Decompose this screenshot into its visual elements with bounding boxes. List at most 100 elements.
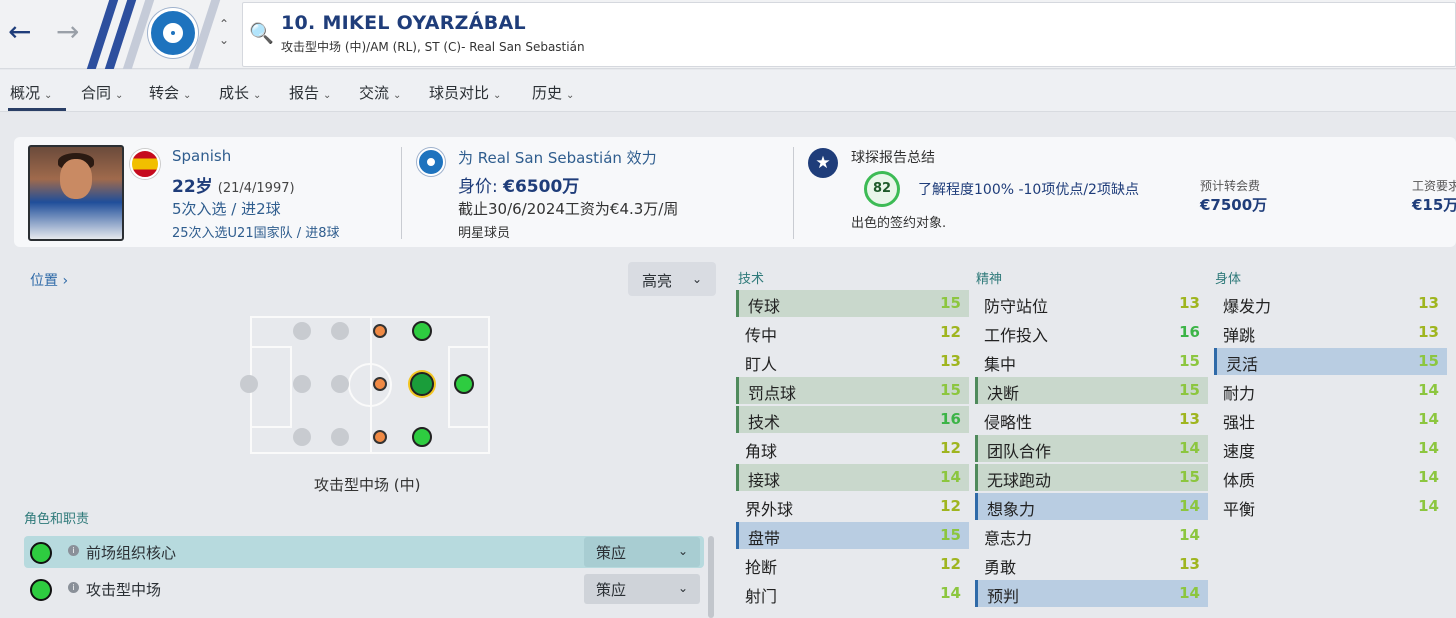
scout-rating-badge[interactable]: 82: [864, 171, 900, 207]
scout-summary: 了解程度100% -10项优点/2项缺点: [918, 182, 1139, 198]
attribute-name: 罚点球: [748, 384, 797, 403]
attribute-name: 团队合作: [987, 442, 1052, 461]
attribute-name: 强壮: [1223, 413, 1256, 432]
attribute-name: 体质: [1223, 471, 1256, 490]
role-row[interactable]: i 攻击型中场 策应 ⌄: [24, 573, 704, 605]
attribute-row-physical[interactable]: 速度 14: [1214, 435, 1447, 462]
forward-arrow-icon[interactable]: →: [56, 18, 79, 46]
info-icon[interactable]: i: [68, 582, 79, 593]
attribute-row-mental[interactable]: 预判 14: [975, 580, 1208, 607]
attribute-row-technical[interactable]: 抢断 12: [736, 551, 969, 578]
attribute-value: 14: [940, 584, 961, 602]
attribute-value: 16: [1179, 323, 1200, 341]
club-crest-icon[interactable]: [417, 148, 445, 176]
player-search-box[interactable]: 🔍 10. MIKEL OYARZÁBAL 攻击型中场 (中)/AM (RL),…: [242, 2, 1456, 67]
info-icon[interactable]: i: [68, 545, 79, 556]
mental-header: 精神: [976, 272, 1003, 287]
position-dot-dm[interactable]: [331, 375, 349, 393]
position-dot-wbr[interactable]: [331, 428, 349, 446]
position-dot-wbl[interactable]: [331, 322, 349, 340]
chevron-down-icon: ⌄: [393, 90, 402, 101]
duty-dropdown[interactable]: 策应 ⌄: [584, 574, 700, 604]
attribute-row-technical[interactable]: 界外球 12: [736, 493, 969, 520]
international-caps[interactable]: 5次入选 / 进2球: [172, 198, 281, 219]
attribute-row-technical[interactable]: 技术 16: [736, 406, 969, 433]
attribute-name: 角球: [745, 442, 778, 461]
highlight-dropdown[interactable]: 高亮 ⌄: [628, 262, 716, 296]
highlight-label: 高亮: [642, 272, 673, 290]
attribute-row-mental[interactable]: 决断 15: [975, 377, 1208, 404]
attribute-row-mental[interactable]: 想象力 14: [975, 493, 1208, 520]
role-row-selected[interactable]: i 前场组织核心 策应 ⌄: [24, 536, 704, 568]
attribute-row-physical[interactable]: 耐力 14: [1214, 377, 1447, 404]
tab-overview[interactable]: 概况 ⌄: [10, 82, 52, 103]
position-dot-st[interactable]: [454, 374, 474, 394]
attribute-row-mental[interactable]: 意志力 14: [975, 522, 1208, 549]
attribute-row-technical[interactable]: 接球 14: [736, 464, 969, 491]
club-crest-icon[interactable]: [148, 8, 198, 58]
attribute-row-physical[interactable]: 强壮 14: [1214, 406, 1447, 433]
attribute-name: 传中: [745, 326, 778, 345]
attribute-row-technical[interactable]: 盘带 15: [736, 522, 969, 549]
attribute-row-physical[interactable]: 爆发力 13: [1214, 290, 1447, 317]
tab-interaction[interactable]: 交流 ⌄: [359, 82, 401, 103]
roles-heading: 角色和职责: [24, 512, 90, 527]
position-dot-mr[interactable]: [373, 430, 387, 444]
attribute-name: 平衡: [1223, 500, 1256, 519]
position-dot-ml[interactable]: [373, 324, 387, 338]
attribute-row-technical[interactable]: 传球 15: [736, 290, 969, 317]
position-dot-dc[interactable]: [293, 375, 311, 393]
wage-demand-value: €15万: [1412, 196, 1456, 214]
tab-transfer[interactable]: 转会 ⌄: [149, 82, 191, 103]
tab-compare[interactable]: 球员对比 ⌄: [429, 82, 501, 103]
attribute-row-physical[interactable]: 弹跳 13: [1214, 319, 1447, 346]
club-line[interactable]: 为 Real San Sebastián 效力: [458, 147, 657, 168]
attribute-value: 12: [940, 555, 961, 573]
tab-contract[interactable]: 合同 ⌄: [81, 82, 123, 103]
back-arrow-icon[interactable]: ←: [8, 18, 31, 46]
u21-caps[interactable]: 25次入选U21国家队 / 进8球: [172, 222, 340, 241]
position-dot-amc[interactable]: [410, 372, 434, 396]
duty-dropdown[interactable]: 策应 ⌄: [584, 537, 700, 567]
tab-reports[interactable]: 报告 ⌄: [289, 82, 331, 103]
attribute-row-physical[interactable]: 体质 14: [1214, 464, 1447, 491]
attribute-row-mental[interactable]: 侵略性 13: [975, 406, 1208, 433]
attribute-row-mental[interactable]: 集中 15: [975, 348, 1208, 375]
positions-link[interactable]: 位置 ›: [30, 270, 68, 290]
position-dot-dr[interactable]: [293, 428, 311, 446]
attribute-value: 13: [1179, 555, 1200, 573]
attribute-row-technical[interactable]: 盯人 13: [736, 348, 969, 375]
attribute-value: 12: [940, 497, 961, 515]
attribute-row-technical[interactable]: 射门 14: [736, 580, 969, 607]
attribute-name: 侵略性: [984, 413, 1033, 432]
position-dot-amr[interactable]: [412, 427, 432, 447]
attribute-row-mental[interactable]: 勇敢 13: [975, 551, 1208, 578]
nationality[interactable]: Spanish: [172, 147, 231, 165]
roles-scrollbar[interactable]: [708, 536, 714, 618]
position-dot-gk[interactable]: [240, 375, 258, 393]
attribute-value: 14: [1179, 439, 1200, 457]
attribute-row-mental[interactable]: 无球跑动 15: [975, 464, 1208, 491]
tab-development[interactable]: 成长 ⌄: [219, 82, 261, 103]
attribute-value: 15: [1179, 468, 1200, 486]
attribute-row-technical[interactable]: 罚点球 15: [736, 377, 969, 404]
attribute-row-physical[interactable]: 平衡 14: [1214, 493, 1447, 520]
search-icon[interactable]: 🔍: [249, 21, 274, 45]
attribute-row-technical[interactable]: 角球 12: [736, 435, 969, 462]
attribute-row-technical[interactable]: 传中 12: [736, 319, 969, 346]
player-switch-updown-icon[interactable]: ⌃ ⌄: [216, 16, 232, 52]
attribute-row-mental[interactable]: 团队合作 14: [975, 435, 1208, 462]
divider: [793, 147, 794, 239]
position-dot-dl[interactable]: [293, 322, 311, 340]
attribute-row-physical[interactable]: 灵活 15: [1214, 348, 1447, 375]
attribute-row-mental[interactable]: 工作投入 16: [975, 319, 1208, 346]
attribute-name: 技术: [748, 413, 781, 432]
position-dot-aml[interactable]: [412, 321, 432, 341]
attribute-value: 16: [940, 410, 961, 428]
role-suitability-icon: [30, 542, 52, 564]
attribute-name: 盘带: [748, 529, 781, 548]
tab-history[interactable]: 历史 ⌄: [532, 82, 574, 103]
attribute-value: 15: [940, 294, 961, 312]
attribute-row-mental[interactable]: 防守站位 13: [975, 290, 1208, 317]
position-dot-mc[interactable]: [373, 377, 387, 391]
